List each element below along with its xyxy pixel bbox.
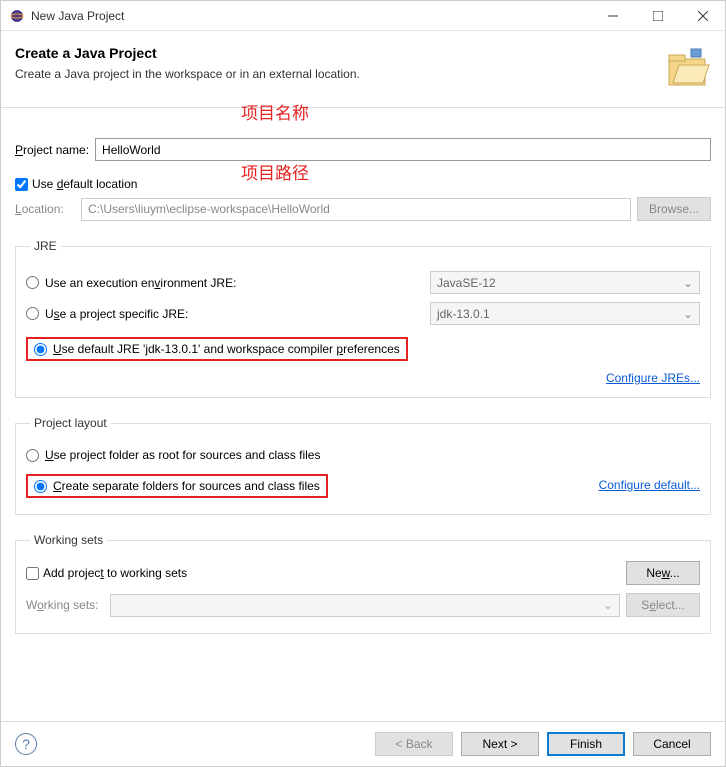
use-default-location-label: Use default location bbox=[32, 177, 137, 191]
window-title: New Java Project bbox=[31, 9, 590, 23]
select-working-sets-button: Select... bbox=[626, 593, 700, 617]
cancel-button[interactable]: Cancel bbox=[633, 732, 711, 756]
project-jre-label: Use a project specific JRE: bbox=[45, 307, 430, 321]
next-button[interactable]: Next > bbox=[461, 732, 539, 756]
help-icon[interactable]: ? bbox=[15, 733, 37, 755]
annotation-name: 项目名称 bbox=[241, 99, 309, 124]
new-working-set-button[interactable]: New... bbox=[626, 561, 700, 585]
separate-folders-label: Create separate folders for sources and … bbox=[53, 479, 320, 493]
working-sets-label: Working sets: bbox=[26, 598, 110, 612]
project-layout-legend: Project layout bbox=[30, 416, 111, 430]
root-folder-label: Use project folder as root for sources a… bbox=[45, 448, 320, 462]
working-sets-legend: Working sets bbox=[30, 533, 107, 547]
header-title: Create a Java Project bbox=[15, 45, 663, 61]
exec-env-combo: JavaSE-12 bbox=[430, 271, 700, 294]
working-sets-group: Working sets Add project to working sets… bbox=[15, 533, 711, 634]
configure-jres-link[interactable]: Configure JREs... bbox=[606, 371, 700, 385]
close-button[interactable] bbox=[680, 1, 725, 31]
wizard-footer: ? < Back Next > Finish Cancel bbox=[1, 721, 725, 766]
exec-env-label: Use an execution environment JRE: bbox=[45, 276, 430, 290]
jre-group: JRE Use an execution environment JRE: Ja… bbox=[15, 239, 711, 398]
location-input bbox=[81, 198, 631, 221]
maximize-button[interactable] bbox=[635, 1, 680, 31]
finish-button[interactable]: Finish bbox=[547, 732, 625, 756]
wizard-header: Create a Java Project Create a Java proj… bbox=[1, 31, 725, 108]
separate-folders-radio[interactable] bbox=[34, 480, 47, 493]
configure-default-link[interactable]: Configure default... bbox=[599, 478, 700, 492]
add-working-sets-checkbox[interactable] bbox=[26, 567, 39, 580]
separate-folders-highlight: Create separate folders for sources and … bbox=[26, 474, 328, 498]
root-folder-radio[interactable] bbox=[26, 449, 39, 462]
project-layout-group: Project layout Use project folder as roo… bbox=[15, 416, 711, 515]
browse-button: Browse... bbox=[637, 197, 711, 221]
default-jre-highlight: Use default JRE 'jdk-13.0.1' and workspa… bbox=[26, 337, 408, 361]
exec-env-radio[interactable] bbox=[26, 276, 39, 289]
jre-legend: JRE bbox=[30, 239, 61, 253]
default-jre-radio[interactable] bbox=[34, 343, 47, 356]
location-label: Location: bbox=[15, 202, 75, 216]
minimize-button[interactable] bbox=[590, 1, 635, 31]
eclipse-icon bbox=[9, 8, 25, 24]
project-jre-radio[interactable] bbox=[26, 307, 39, 320]
project-name-input[interactable] bbox=[95, 138, 711, 161]
annotation-path: 项目路径 bbox=[241, 159, 309, 184]
use-default-location-checkbox[interactable] bbox=[15, 178, 28, 191]
title-bar: New Java Project bbox=[1, 1, 725, 31]
header-description: Create a Java project in the workspace o… bbox=[15, 67, 663, 81]
add-working-sets-label: Add project to working sets bbox=[43, 566, 626, 580]
folder-wizard-icon bbox=[663, 45, 711, 93]
project-name-label: Project name: bbox=[15, 143, 89, 157]
default-jre-label: Use default JRE 'jdk-13.0.1' and workspa… bbox=[53, 342, 400, 356]
back-button: < Back bbox=[375, 732, 453, 756]
project-jre-combo: jdk-13.0.1 bbox=[430, 302, 700, 325]
working-sets-combo bbox=[110, 594, 620, 617]
